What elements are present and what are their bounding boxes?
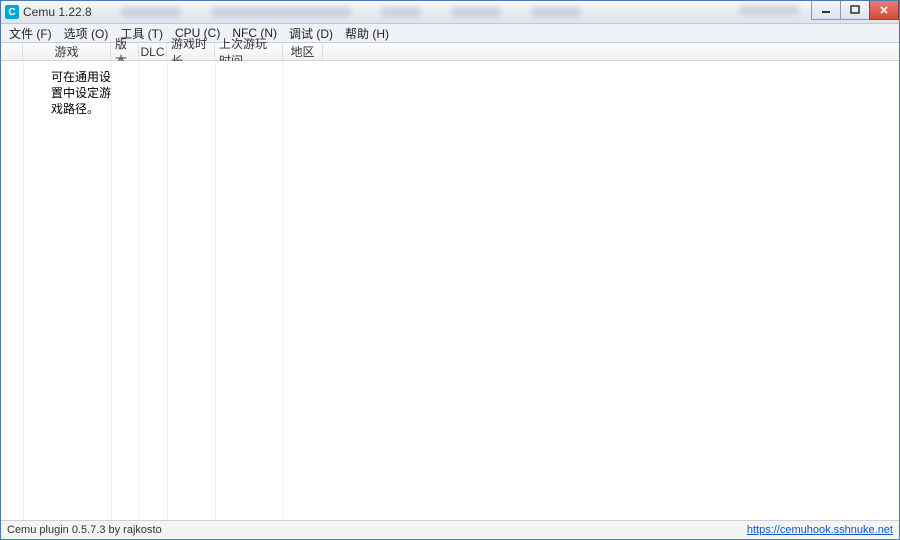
menu-file[interactable]: 文件 (F) bbox=[3, 24, 58, 43]
column-headers: 游戏 版本 DLC 游戏时长 上次游玩时间 地区 bbox=[1, 43, 899, 61]
col-game[interactable]: 游戏 bbox=[23, 43, 111, 60]
menu-debug[interactable]: 调试 (D) bbox=[283, 24, 339, 43]
close-icon bbox=[879, 5, 889, 15]
app-window: C Cemu 1.22.8 文件 (F) 选项 (O) 工具 (T) CPU (… bbox=[0, 0, 900, 540]
window-controls bbox=[812, 1, 899, 19]
minimize-icon bbox=[821, 5, 831, 15]
minimize-button[interactable] bbox=[811, 1, 841, 20]
titlebar-blur-decor-right bbox=[739, 5, 799, 15]
statusbar-text: Cemu plugin 0.5.7.3 by rajkosto bbox=[7, 524, 162, 536]
app-icon: C bbox=[5, 5, 19, 19]
col-region[interactable]: 地区 bbox=[283, 43, 323, 60]
col-version[interactable]: 版本 bbox=[111, 43, 139, 60]
col-lastplayed[interactable]: 上次游玩时间 bbox=[215, 43, 283, 60]
maximize-icon bbox=[850, 5, 860, 15]
maximize-button[interactable] bbox=[840, 1, 870, 20]
menu-options[interactable]: 选项 (O) bbox=[58, 24, 115, 43]
close-button[interactable] bbox=[869, 1, 899, 20]
statusbar-link[interactable]: https://cemuhook.sshnuke.net bbox=[747, 524, 893, 536]
window-title: Cemu 1.22.8 bbox=[23, 5, 92, 19]
menu-help[interactable]: 帮助 (H) bbox=[339, 24, 395, 43]
empty-list-message: 可在通用设置中设定游戏路径。 bbox=[51, 69, 111, 118]
menubar: 文件 (F) 选项 (O) 工具 (T) CPU (C) NFC (N) 调试 … bbox=[1, 24, 899, 43]
statusbar: Cemu plugin 0.5.7.3 by rajkosto https://… bbox=[1, 520, 899, 539]
col-dlc[interactable]: DLC bbox=[139, 43, 167, 60]
game-list-area: 可在通用设置中设定游戏路径。 bbox=[1, 61, 899, 520]
titlebar[interactable]: C Cemu 1.22.8 bbox=[1, 1, 899, 24]
col-playtime[interactable]: 游戏时长 bbox=[167, 43, 215, 60]
titlebar-blur-decor bbox=[101, 3, 809, 21]
col-icon[interactable] bbox=[1, 43, 23, 60]
